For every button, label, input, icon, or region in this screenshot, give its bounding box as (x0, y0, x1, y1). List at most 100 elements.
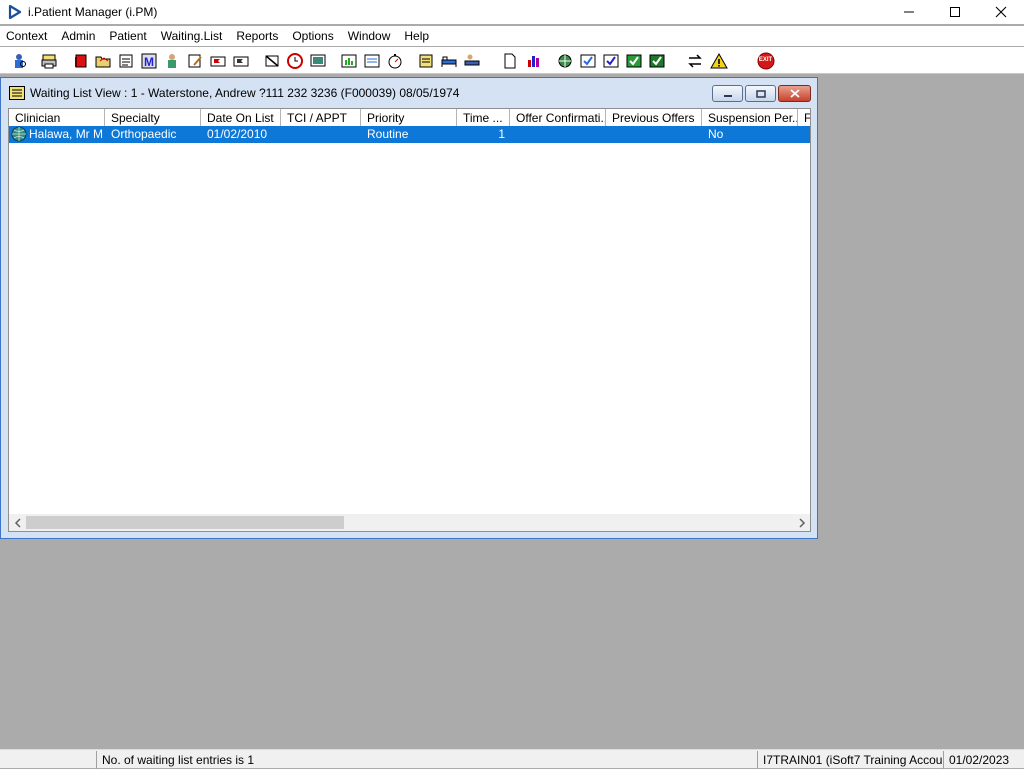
minimize-icon (904, 11, 914, 13)
waiting-list-window-title-bar[interactable]: Waiting List View : 1 - Waterstone, Andr… (1, 78, 817, 108)
stopwatch-icon (388, 53, 401, 68)
tb-print-button[interactable] (38, 50, 59, 71)
column-suspension[interactable]: Suspension Per... (702, 109, 798, 127)
maximize-icon (950, 7, 960, 17)
tb-check3-button[interactable] (623, 50, 644, 71)
blank-page-icon (504, 53, 515, 68)
toolbar: M EXIT (0, 47, 1024, 74)
tb-check4-button[interactable] (646, 50, 667, 71)
open-folder-icon (95, 56, 110, 67)
document-list-icon (119, 54, 132, 67)
column-clinician[interactable]: Clinician (9, 109, 105, 127)
tb-check2-button[interactable] (600, 50, 621, 71)
waiting-list-window: Waiting List View : 1 - Waterstone, Andr… (0, 77, 818, 539)
column-time[interactable]: Time ... (457, 109, 510, 127)
patient-globe-icon (11, 126, 27, 142)
close-icon (995, 6, 1007, 18)
column-tci-appt[interactable]: TCI / APPT (281, 109, 361, 127)
red-book-icon (74, 54, 86, 67)
tb-edit-button[interactable] (184, 50, 205, 71)
child-restore-button[interactable] (745, 85, 776, 102)
menu-context[interactable]: Context (2, 26, 54, 46)
menu-options[interactable]: Options (285, 26, 340, 46)
minimize-button[interactable] (886, 0, 932, 24)
green-check-icon (649, 54, 664, 67)
tb-referral2-button[interactable] (230, 50, 251, 71)
cell-date-on-list: 01/02/2010 (207, 127, 268, 141)
scrollbar-thumb[interactable] (26, 516, 344, 529)
cell-suspension: No (708, 127, 724, 141)
tb-doctor-button[interactable] (161, 50, 182, 71)
column-offer-confirmation[interactable]: Offer Confirmati... (510, 109, 606, 127)
flag-card-icon (210, 56, 225, 66)
status-account: I7TRAIN01 (iSoft7 Training Account) (757, 751, 943, 769)
menu-waiting-list[interactable]: Waiting.List (154, 26, 230, 46)
menu-window[interactable]: Window (341, 26, 398, 46)
scroll-right-button[interactable] (793, 514, 810, 531)
tb-bed-button[interactable] (438, 50, 459, 71)
app-logo-icon (8, 5, 22, 19)
column-f[interactable]: F (798, 109, 810, 127)
exit-label: EXIT (758, 57, 773, 63)
tb-transfer-button[interactable] (684, 50, 705, 71)
cell-tci-appt (287, 126, 361, 143)
close-button[interactable] (978, 0, 1024, 24)
checklist-icon (603, 54, 618, 67)
menu-patient[interactable]: Patient (102, 26, 153, 46)
maximize-button[interactable] (932, 0, 978, 24)
tb-user-search-button[interactable] (8, 50, 29, 71)
menu-reports[interactable]: Reports (229, 26, 285, 46)
column-priority[interactable]: Priority (361, 109, 457, 127)
column-previous-offers[interactable]: Previous Offers (606, 109, 702, 127)
tb-folder-button[interactable] (92, 50, 113, 71)
app-title-bar[interactable]: i.Patient Manager (i.PM) (0, 0, 1024, 24)
flag-card-icon (233, 56, 248, 66)
chevron-left-icon (14, 517, 21, 528)
tb-warning-button[interactable] (708, 50, 729, 71)
column-specialty[interactable]: Specialty (105, 109, 201, 127)
tb-chart-button[interactable] (338, 50, 359, 71)
menu-help[interactable]: Help (397, 26, 436, 46)
warning-icon (709, 52, 728, 68)
cancel-document-icon (265, 54, 278, 67)
cell-specialty: Orthopaedic (111, 127, 177, 141)
tb-mail-button[interactable]: M (138, 50, 159, 71)
status-message: No. of waiting list entries is 1 (96, 751, 754, 769)
horizontal-scrollbar[interactable] (9, 514, 810, 531)
table-row[interactable]: Halawa, Mr M Orthopaedic 01/02/2010 Rout… (9, 126, 810, 143)
tb-notes-button[interactable] (415, 50, 436, 71)
cell-previous-offers (612, 126, 702, 143)
status-date: 01/02/2023 (943, 751, 1024, 769)
child-window-controls (712, 85, 811, 102)
child-close-button[interactable] (778, 85, 811, 102)
m-letter-icon: M (141, 53, 156, 69)
tb-exit-button[interactable]: EXIT (755, 50, 776, 71)
restore-icon (755, 89, 766, 98)
patient-bed-icon (464, 54, 479, 65)
tb-stats-button[interactable] (523, 50, 544, 71)
scroll-left-button[interactable] (9, 514, 26, 531)
chart-window-icon (341, 54, 356, 67)
doctor-icon (167, 53, 176, 68)
tb-screen-button[interactable] (307, 50, 328, 71)
tb-document-button[interactable] (115, 50, 136, 71)
tb-globe-button[interactable] (554, 50, 575, 71)
column-date-on-list[interactable]: Date On List (201, 109, 281, 127)
tb-book-button[interactable] (70, 50, 91, 71)
menu-bar: Context Admin Patient Waiting.List Repor… (0, 26, 1024, 46)
notes-icon (419, 54, 432, 67)
child-minimize-button[interactable] (712, 85, 743, 102)
person-search-icon (14, 53, 26, 68)
green-check-icon (626, 54, 641, 67)
menu-admin[interactable]: Admin (54, 26, 102, 46)
tb-clock-button[interactable] (284, 50, 305, 71)
cell-clinician: Halawa, Mr M (29, 127, 104, 141)
tb-form-button[interactable] (361, 50, 382, 71)
tb-referral-button[interactable] (207, 50, 228, 71)
tb-timer-button[interactable] (384, 50, 405, 71)
tb-check1-button[interactable] (577, 50, 598, 71)
tb-admit-button[interactable] (461, 50, 482, 71)
tb-cancel-button[interactable] (261, 50, 282, 71)
waiting-list-table[interactable]: Clinician Specialty Date On List TCI / A… (8, 108, 811, 532)
tb-page-button[interactable] (499, 50, 520, 71)
